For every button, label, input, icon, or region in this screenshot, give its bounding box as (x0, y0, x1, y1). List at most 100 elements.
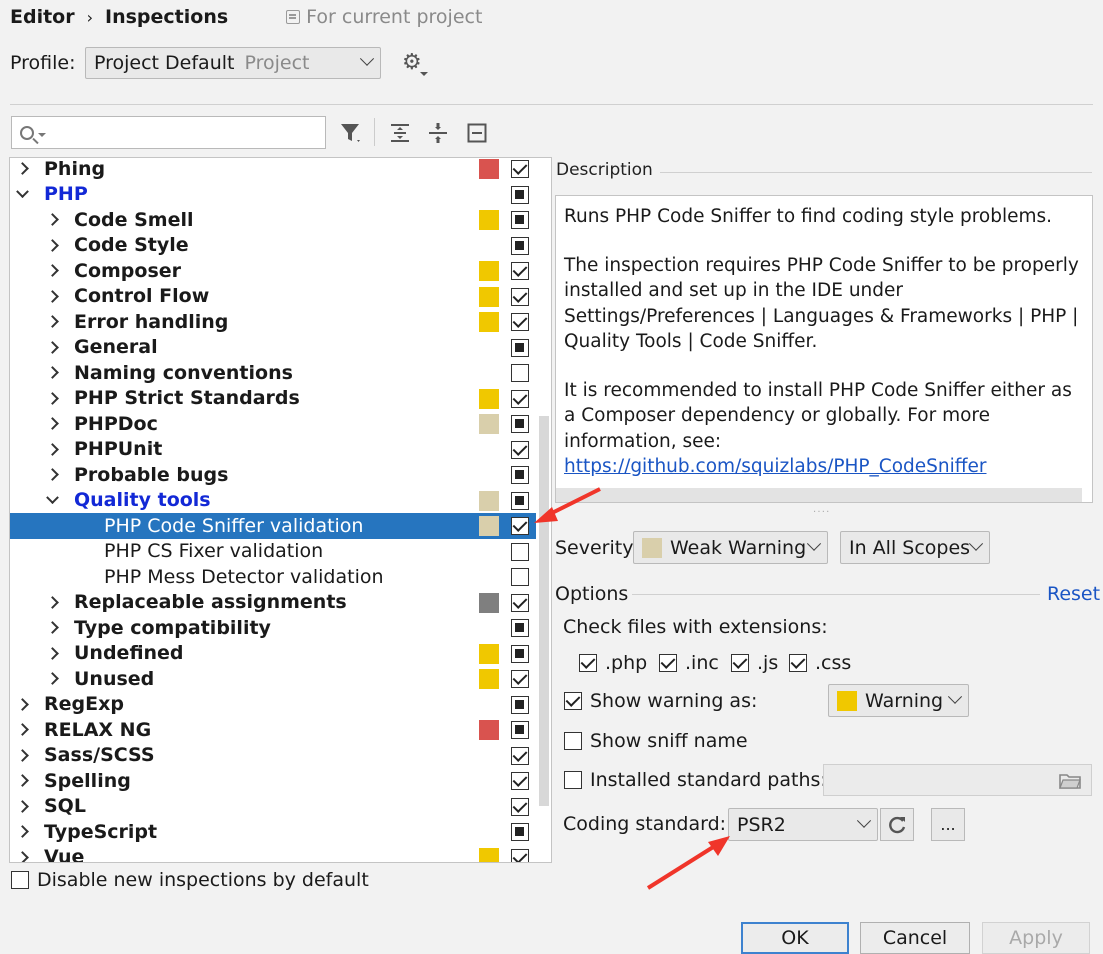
tree-row[interactable]: Composer (10, 258, 536, 284)
tree-row[interactable]: Spelling (10, 768, 536, 794)
tree-row-checkbox[interactable] (511, 695, 529, 714)
severity-dropdown[interactable]: Weak Warning (633, 531, 828, 564)
ext-css-checkbox[interactable]: .css (789, 652, 851, 674)
tree-row[interactable]: RegExp (10, 692, 536, 718)
ext-js-checkbox[interactable]: .js (731, 652, 778, 674)
refresh-button[interactable] (880, 808, 914, 841)
chevron-right-icon[interactable] (46, 418, 58, 430)
chevron-down-icon[interactable] (16, 188, 28, 200)
filter-icon[interactable] (338, 120, 364, 146)
tree-row-checkbox[interactable] (511, 593, 529, 612)
ext-js-box[interactable] (731, 654, 749, 672)
collapse-all-icon[interactable] (425, 120, 451, 146)
ext-inc-checkbox[interactable]: .inc (659, 652, 719, 674)
folder-icon[interactable] (1059, 773, 1081, 789)
tree-row[interactable]: PHP (10, 182, 536, 208)
tree-row-checkbox[interactable] (511, 772, 529, 790)
tree-row-checkbox[interactable] (511, 466, 529, 484)
show-warning-box[interactable] (564, 692, 582, 710)
chevron-right-icon[interactable] (16, 163, 28, 175)
expand-all-icon[interactable] (387, 120, 413, 146)
tree-row[interactable]: PHP CS Fixer validation (10, 539, 536, 565)
tree-row[interactable]: PHP Code Sniffer validation (10, 513, 536, 539)
splitter-handle[interactable]: · · · · (813, 507, 829, 518)
profile-dropdown[interactable]: Project Default Project (85, 47, 381, 79)
tree-row-checkbox[interactable] (511, 440, 529, 459)
inspection-tree[interactable]: Phing PHP Code Smell Code Style Composer Cont… (9, 157, 552, 863)
tree-row-checkbox[interactable] (511, 517, 529, 535)
tree-row-checkbox[interactable] (511, 160, 529, 178)
chevron-right-icon[interactable] (46, 647, 58, 659)
chevron-right-icon[interactable] (16, 775, 28, 787)
show-sniff-checkbox[interactable]: Show sniff name (564, 730, 748, 752)
tree-row[interactable]: Probable bugs (10, 462, 536, 488)
ext-php-box[interactable] (579, 654, 597, 672)
tree-row[interactable]: SQL (10, 794, 536, 820)
tree-row[interactable]: TypeScript (10, 819, 536, 845)
tree-scrollbar[interactable] (539, 416, 549, 806)
chevron-right-icon[interactable] (16, 800, 28, 812)
tree-row-checkbox[interactable] (511, 185, 529, 204)
apply-button[interactable]: Apply (982, 922, 1090, 954)
codesniffer-link[interactable]: https://github.com/squizlabs/PHP_CodeSni… (564, 456, 987, 477)
disable-new-inspections-checkbox[interactable]: Disable new inspections by default (11, 869, 369, 891)
tree-row-checkbox[interactable] (511, 568, 529, 586)
tree-row-checkbox[interactable] (511, 313, 529, 331)
cancel-button[interactable]: Cancel (860, 922, 970, 954)
chevron-right-icon[interactable] (46, 469, 58, 481)
tree-row[interactable]: Code Smell (10, 207, 536, 233)
tree-row-checkbox[interactable] (511, 415, 529, 433)
show-sniff-box[interactable] (564, 732, 582, 750)
chevron-right-icon[interactable] (16, 724, 28, 736)
search-history-dropdown-icon[interactable] (38, 132, 46, 137)
tree-row[interactable]: Code Style (10, 233, 536, 259)
tree-row[interactable]: Sass/SCSS (10, 743, 536, 769)
tree-row[interactable]: Unused (10, 666, 536, 692)
tree-row[interactable]: PHPDoc (10, 411, 536, 437)
show-warning-dropdown[interactable]: Warning (828, 684, 969, 717)
ext-css-box[interactable] (789, 654, 807, 672)
installed-paths-field[interactable] (823, 764, 1092, 796)
coding-standard-dropdown[interactable]: PSR2 (728, 808, 878, 841)
tree-row[interactable]: Error handling (10, 309, 536, 335)
tree-row-checkbox[interactable] (511, 644, 529, 663)
tree-row[interactable]: PHP Mess Detector validation (10, 564, 536, 590)
chevron-right-icon[interactable] (46, 622, 58, 634)
disable-new-inspections-box[interactable] (11, 871, 29, 889)
browse-button[interactable]: ... (931, 808, 965, 841)
tree-row-checkbox[interactable] (511, 542, 529, 561)
tree-row-checkbox[interactable] (511, 491, 529, 510)
gear-icon[interactable]: ⚙ (402, 52, 428, 76)
ext-inc-box[interactable] (659, 654, 677, 672)
tree-row[interactable]: Vue (10, 845, 536, 862)
tree-row-checkbox[interactable] (511, 236, 529, 255)
chevron-right-icon[interactable] (46, 341, 58, 353)
chevron-right-icon[interactable] (46, 392, 58, 404)
tree-row-checkbox[interactable] (511, 670, 529, 688)
chevron-right-icon[interactable] (46, 596, 58, 608)
tree-row-checkbox[interactable] (511, 364, 529, 382)
tree-row[interactable]: Control Flow (10, 284, 536, 310)
chevron-right-icon[interactable] (46, 367, 58, 379)
chevron-right-icon[interactable] (46, 673, 58, 685)
chevron-right-icon[interactable] (46, 239, 58, 251)
tree-row-checkbox[interactable] (511, 797, 529, 816)
chevron-right-icon[interactable] (46, 316, 58, 328)
chevron-right-icon[interactable] (16, 749, 28, 761)
chevron-right-icon[interactable] (16, 851, 28, 862)
tree-row[interactable]: Replaceable assignments (10, 590, 536, 616)
tree-row[interactable]: Undefined (10, 641, 536, 667)
tree-row[interactable]: PHPUnit (10, 437, 536, 463)
tree-row-checkbox[interactable] (511, 721, 529, 739)
tree-row-checkbox[interactable] (511, 338, 529, 357)
chevron-right-icon[interactable] (46, 214, 58, 226)
search-input[interactable] (11, 116, 326, 149)
tree-row[interactable]: RELAX NG (10, 717, 536, 743)
tree-row[interactable]: Quality tools (10, 488, 536, 514)
tree-row-checkbox[interactable] (511, 848, 529, 862)
tree-row-checkbox[interactable] (511, 823, 529, 841)
description-scrollbar[interactable] (556, 488, 1082, 502)
tree-row-checkbox[interactable] (511, 619, 529, 637)
installed-paths-checkbox[interactable]: Installed standard paths: (564, 769, 827, 791)
chevron-right-icon[interactable] (46, 290, 58, 302)
